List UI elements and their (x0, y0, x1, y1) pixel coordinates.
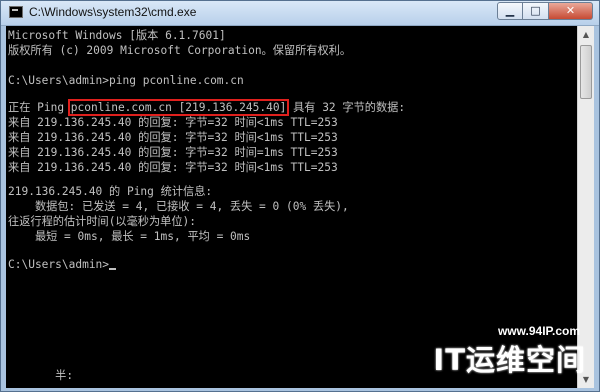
console-line: Microsoft Windows [版本 6.1.7601] (8, 29, 226, 42)
highlighted-target: pconline.com.cn [219.136.245.40] (67, 99, 290, 116)
text-cursor (109, 268, 117, 270)
watermark: www.94IP.com IT运维空间 (416, 324, 586, 386)
window-controls: ▁ □ ✕ (497, 2, 593, 20)
ping-line: 正在 Ping pconline.com.cn [219.136.245.40]… (8, 99, 406, 116)
console-area[interactable]: Microsoft Windows [版本 6.1.7601] 版权所有 (c)… (6, 26, 594, 388)
title-bar[interactable]: C:\Windows\system32\cmd.exe ▁ □ ✕ (1, 1, 599, 26)
console-line: 版权所有 (c) 2009 Microsoft Corporation。保留所有… (8, 44, 352, 57)
cmd-icon[interactable] (9, 6, 23, 18)
ping-prefix: 正在 Ping (8, 101, 71, 114)
stats-packets: 数据包: 已发送 = 4, 已接收 = 4, 丢失 = 0 (0% 丢失), (8, 200, 349, 213)
stats-rtt-title: 往返行程的估计时间(以毫秒为单位): (8, 215, 197, 228)
window-title: C:\Windows\system32\cmd.exe (29, 5, 197, 19)
watermark-brand: IT运维空间 (433, 343, 586, 377)
scroll-thumb[interactable] (580, 45, 592, 99)
close-button[interactable]: ✕ (549, 2, 593, 20)
reply-line: 来自 219.136.245.40 的回复: 字节=32 时间=1ms TTL=… (8, 146, 338, 159)
stats-rtt: 最短 = 0ms, 最长 = 1ms, 平均 = 0ms (8, 230, 251, 243)
cmd-window: C:\Windows\system32\cmd.exe ▁ □ ✕ Micros… (0, 0, 600, 392)
reply-line: 来自 219.136.245.40 的回复: 字节=32 时间<1ms TTL=… (8, 161, 338, 174)
minimize-button[interactable]: ▁ (497, 2, 523, 20)
prompt-line[interactable]: C:\Users\admin> (8, 257, 117, 272)
maximize-button[interactable]: □ (523, 2, 549, 20)
stats-title: 219.136.245.40 的 Ping 统计信息: (8, 185, 213, 198)
scroll-up-icon[interactable]: ▲ (578, 26, 594, 43)
reply-line: 来自 219.136.245.40 的回复: 字节=32 时间<1ms TTL=… (8, 131, 338, 144)
console-line: C:\Users\admin>ping pconline.com.cn (8, 74, 244, 87)
bottom-text: 半: (8, 369, 74, 382)
reply-line: 来自 219.136.245.40 的回复: 字节=32 时间<1ms TTL=… (8, 116, 338, 129)
ping-suffix: 具有 32 字节的数据: (286, 101, 406, 114)
watermark-url: www.94IP.com (497, 324, 580, 338)
prompt-text: C:\Users\admin> (8, 258, 110, 271)
